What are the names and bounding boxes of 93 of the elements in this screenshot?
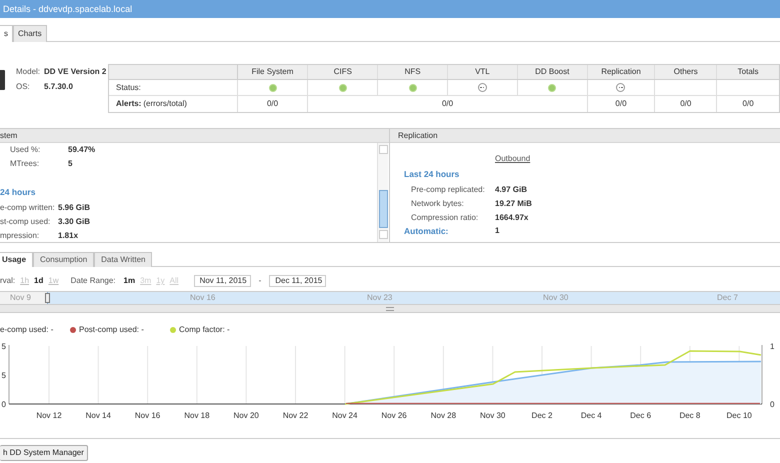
chart-tab[interactable]: Consumption bbox=[33, 252, 94, 267]
legend-label[interactable]: Comp factor: - bbox=[179, 325, 230, 335]
scroll-up-button[interactable] bbox=[378, 145, 388, 154]
column-header: DD Boost bbox=[518, 65, 588, 79]
launch-button[interactable]: h DD System Manager bbox=[0, 445, 88, 461]
column-heading: Outbound bbox=[495, 154, 532, 164]
field-value: 1664.97x bbox=[495, 213, 530, 223]
column-header: VTL bbox=[448, 65, 518, 79]
scroll-down-button[interactable] bbox=[378, 230, 388, 239]
separator: - bbox=[258, 276, 262, 286]
axis-label: Dec 6 bbox=[630, 411, 652, 420]
axis-label: Nov 28 bbox=[430, 411, 456, 420]
panel-title: Replication bbox=[398, 130, 438, 140]
column-header: CIFS bbox=[308, 65, 378, 79]
row-label: Status: bbox=[116, 82, 141, 93]
legend-label[interactable]: e-comp used: - bbox=[0, 325, 54, 335]
legend-label[interactable]: Post-comp used: - bbox=[79, 325, 144, 335]
range-option[interactable]: 1m bbox=[124, 276, 136, 286]
chart-tab[interactable]: Usage bbox=[0, 252, 34, 267]
field-label: st-comp used: bbox=[0, 217, 52, 227]
axis-label: Nov 26 bbox=[381, 411, 407, 420]
field-value: 59.47% bbox=[68, 145, 96, 155]
field-value: 5 bbox=[68, 159, 74, 169]
axis-label: 0 bbox=[770, 400, 774, 409]
column-header: File System bbox=[238, 65, 308, 79]
column-header: Totals bbox=[736, 66, 760, 78]
field-label: OS: bbox=[16, 82, 31, 92]
axis-label: Nov 12 bbox=[36, 411, 62, 420]
timeline-label: Dec 7 bbox=[717, 293, 738, 303]
range-handle[interactable] bbox=[45, 293, 50, 303]
field-value: 1.81x bbox=[58, 231, 80, 241]
field-label: Used %: bbox=[10, 145, 42, 155]
timeline-label: Nov 30 bbox=[543, 293, 568, 303]
axis-label: 5 bbox=[2, 342, 6, 351]
field-value: DD VE Version 2 bbox=[44, 67, 108, 77]
column-header: Others bbox=[655, 65, 718, 79]
field-value: 5.96 GiB bbox=[58, 203, 92, 213]
field-label: Model: bbox=[16, 67, 40, 77]
field-label: MTrees: bbox=[10, 159, 40, 169]
table-cell: 0/0 bbox=[266, 99, 278, 110]
axis-label: Nov 30 bbox=[480, 411, 506, 420]
field-value: 5.7.30.0 bbox=[44, 82, 74, 92]
field-value: 3.30 GiB bbox=[58, 217, 92, 227]
field-label: rval: bbox=[0, 276, 16, 286]
table-cell: 0/0 bbox=[615, 99, 627, 110]
timeline-label: Nov 16 bbox=[190, 293, 216, 303]
axis-label: Dec 10 bbox=[726, 411, 752, 420]
axis-label: Dec 2 bbox=[532, 411, 552, 420]
axis-label: Dec 4 bbox=[580, 411, 602, 420]
row-label: Alerts: bbox=[116, 99, 142, 110]
axis-label: Nov 16 bbox=[134, 411, 160, 420]
table-cell: 0/0 bbox=[742, 99, 754, 110]
section-heading: 24 hours bbox=[0, 187, 36, 197]
device-icon bbox=[0, 70, 5, 90]
axis-label: 1 bbox=[770, 342, 774, 351]
axis-label: 5 bbox=[2, 371, 6, 380]
column-header: NFS bbox=[378, 65, 448, 79]
field-value: 1 bbox=[495, 226, 500, 236]
field-label: Compression ratio: bbox=[411, 213, 480, 223]
axis-label: Nov 20 bbox=[234, 411, 259, 420]
y-axis-line bbox=[8, 344, 10, 404]
panel-title: stem bbox=[0, 130, 18, 140]
timeline-label: Nov 23 bbox=[367, 293, 392, 303]
field-label: e-comp written: bbox=[0, 203, 56, 213]
scrollbar[interactable] bbox=[377, 143, 388, 242]
field-label: Automatic: bbox=[404, 226, 450, 236]
field-label: Network bytes: bbox=[411, 199, 465, 209]
field-value: 19.27 MiB bbox=[495, 199, 533, 209]
section-heading: Last 24 hours bbox=[404, 169, 460, 179]
timeline-label: Nov 9 bbox=[10, 293, 31, 303]
axis-label: Nov 14 bbox=[86, 411, 111, 420]
axis-label: Dec 8 bbox=[679, 411, 700, 420]
field-label: Pre-comp replicated: bbox=[411, 185, 486, 195]
chart-tab[interactable]: Data Written bbox=[94, 252, 152, 267]
date-field[interactable]: Nov 11, 2015 bbox=[194, 275, 251, 287]
date-field[interactable]: Dec 11, 2015 bbox=[269, 275, 326, 287]
column-header: Replication bbox=[588, 65, 656, 79]
tab[interactable]: s bbox=[0, 25, 13, 42]
field-label: mpression: bbox=[0, 231, 40, 241]
axis-label: 0 bbox=[2, 400, 6, 409]
tab[interactable]: Charts bbox=[13, 25, 47, 42]
interval-option[interactable]: 1d bbox=[34, 276, 44, 286]
axis-label: Nov 18 bbox=[184, 411, 210, 420]
axis-label: Nov 22 bbox=[282, 411, 308, 420]
table-cell: 0/0 bbox=[442, 99, 454, 110]
field-value: 4.97 GiB bbox=[495, 185, 528, 195]
scroll-grip-icon[interactable] bbox=[386, 306, 394, 310]
row-note: (errors/total) bbox=[143, 99, 187, 110]
scrollbar-thumb[interactable] bbox=[378, 190, 388, 228]
axis-label: Nov 24 bbox=[332, 411, 358, 420]
field-label: Date Range: bbox=[70, 276, 116, 286]
table-cell: 0/0 bbox=[680, 99, 692, 110]
window-title: Details - ddvevdp.spacelab.local bbox=[3, 4, 132, 14]
